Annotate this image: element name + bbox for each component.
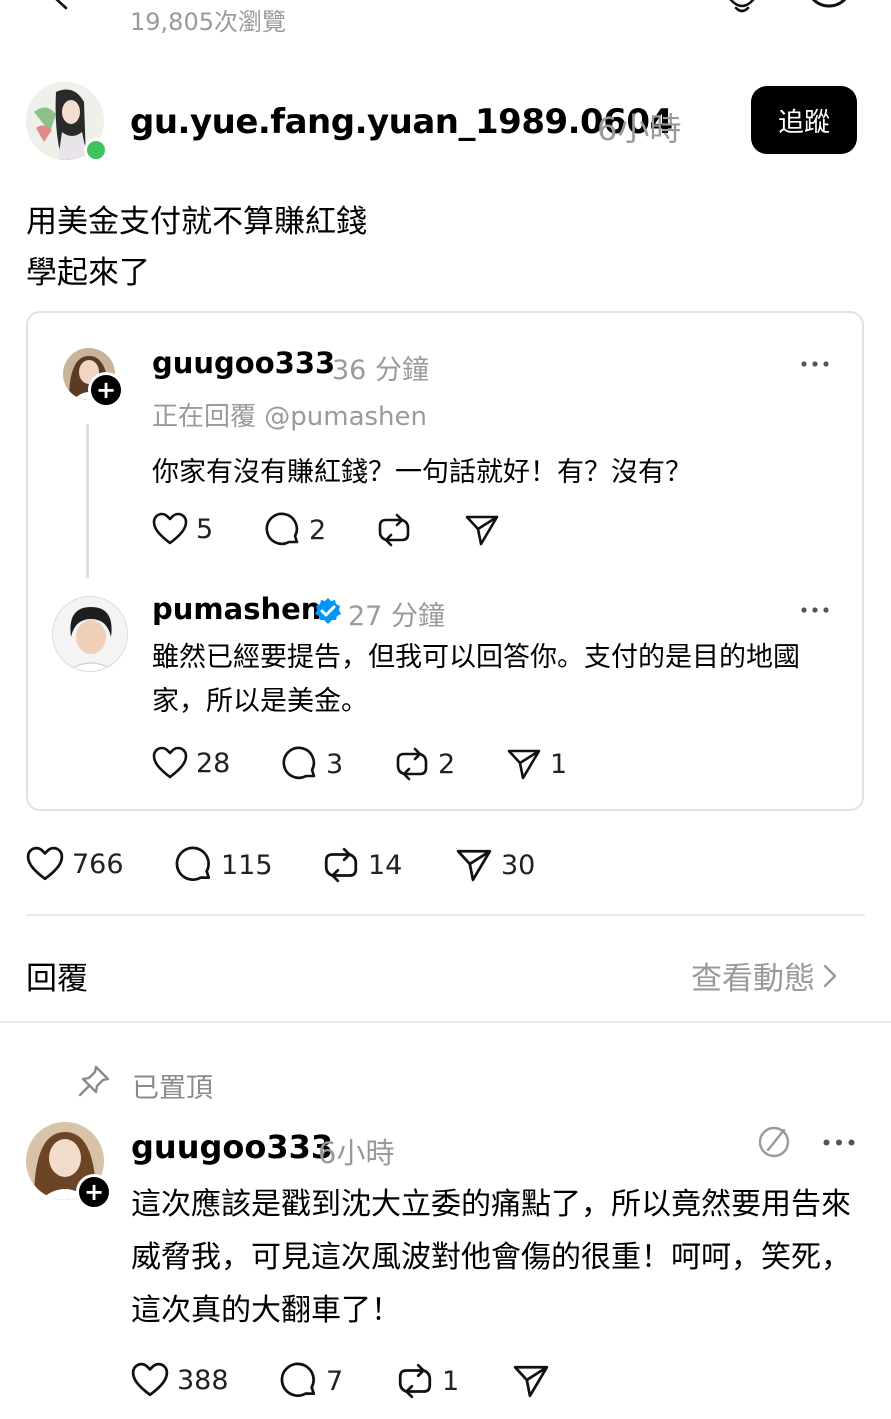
- follow-button[interactable]: 追蹤: [751, 86, 857, 154]
- quote-author-text: 雖然已經要提告，但我可以回答你。支付的是目的地國家，所以是美金。: [152, 642, 800, 717]
- notification-icon[interactable]: [718, 0, 766, 14]
- heart-icon: [26, 846, 64, 881]
- hidden-reply-icon[interactable]: [756, 1124, 792, 1160]
- heart-icon: [152, 512, 188, 545]
- like-action[interactable]: 766: [26, 846, 124, 882]
- like-count: 28: [196, 747, 231, 779]
- repost-action[interactable]: 14: [322, 846, 402, 884]
- repost-action[interactable]: [376, 512, 412, 548]
- quoted-thread-card[interactable]: [26, 311, 864, 811]
- heart-icon: [152, 746, 188, 779]
- share-count: 30: [501, 849, 536, 881]
- section-divider: [0, 1021, 891, 1023]
- replying-to-label: 正在回覆 @pumashen: [152, 402, 428, 432]
- share-count: 1: [550, 748, 568, 780]
- comment-icon: [175, 846, 211, 881]
- quote-reply-username[interactable]: guugoo333: [152, 346, 335, 380]
- like-action[interactable]: 5: [152, 512, 213, 546]
- reply-text: 這次應該是戳到沈大立委的痛點了，所以竟然要用告來威脅我，可見這次風波對他會傷的很…: [131, 1187, 851, 1328]
- pinned-label: 已置頂: [132, 1073, 213, 1104]
- comment-icon: [282, 746, 316, 780]
- reply-author-username[interactable]: guugoo333: [131, 1128, 333, 1166]
- share-action[interactable]: 30: [455, 846, 535, 884]
- repost-action[interactable]: 2: [394, 746, 455, 782]
- send-icon: [507, 749, 541, 780]
- repost-icon: [324, 847, 358, 883]
- comment-action[interactable]: 2: [265, 512, 326, 548]
- comment-count: 2: [309, 514, 327, 546]
- view-count: 19,805次瀏覽: [130, 8, 286, 36]
- comment-count: 3: [326, 748, 344, 780]
- more-options-icon[interactable]: [822, 1138, 856, 1147]
- thread-connector-line: [86, 424, 89, 578]
- repost-count: 1: [442, 1365, 460, 1397]
- repost-icon: [396, 747, 428, 781]
- comment-count: 115: [221, 849, 273, 881]
- repost-icon: [378, 513, 410, 547]
- quote-reply-time: 36 分鐘: [332, 355, 429, 386]
- repost-action[interactable]: 1: [396, 1362, 459, 1400]
- quote-author-username[interactable]: pumashen: [152, 592, 321, 626]
- like-count: 766: [72, 848, 124, 880]
- reply-time: 6小時: [318, 1136, 395, 1170]
- divider: [26, 914, 865, 916]
- heart-icon: [131, 1362, 169, 1397]
- replies-heading: 回覆: [26, 961, 88, 997]
- more-options-icon[interactable]: [800, 606, 830, 614]
- follow-plus-icon[interactable]: +: [88, 372, 124, 408]
- like-action[interactable]: 28: [152, 746, 230, 780]
- more-options-icon[interactable]: [800, 360, 830, 368]
- like-count: 388: [177, 1364, 229, 1396]
- send-icon: [465, 515, 499, 546]
- follow-plus-icon[interactable]: +: [76, 1174, 112, 1210]
- verified-badge-icon: [314, 597, 342, 625]
- like-action[interactable]: 388: [131, 1362, 229, 1398]
- send-icon: [513, 1365, 549, 1398]
- comment-icon: [280, 1362, 316, 1397]
- post-time: 6小時: [597, 110, 682, 148]
- more-circle-icon[interactable]: [804, 0, 854, 14]
- share-action[interactable]: [512, 1362, 550, 1400]
- repost-count: 14: [368, 849, 403, 881]
- quote-reply-text: 你家有沒有賺紅錢？一句話就好！有？沒有？: [152, 457, 692, 488]
- comment-icon: [265, 512, 299, 546]
- comment-count: 7: [326, 1365, 344, 1397]
- repost-icon: [398, 1363, 432, 1399]
- comment-action[interactable]: 7: [280, 1362, 343, 1400]
- post-text: 用美金支付就不算賺紅錢 學起來了: [26, 204, 367, 291]
- repost-count: 2: [438, 748, 456, 780]
- view-activity-link[interactable]: 查看動態: [691, 953, 839, 998]
- pin-icon: [77, 1064, 111, 1098]
- like-count: 5: [196, 513, 214, 545]
- author-username[interactable]: gu.yue.fang.yuan_1989.0604: [130, 102, 673, 142]
- quote-author-time: 27 分鐘: [348, 601, 445, 632]
- comment-action[interactable]: 115: [175, 846, 273, 884]
- online-status-dot: [84, 138, 108, 162]
- back-icon[interactable]: [44, 0, 74, 12]
- view-activity-label: 查看動態: [691, 961, 815, 997]
- chevron-right-icon: [823, 964, 837, 987]
- share-action[interactable]: [464, 512, 500, 548]
- send-icon: [456, 849, 492, 882]
- comment-action[interactable]: 3: [282, 746, 343, 782]
- share-action[interactable]: 1: [506, 746, 567, 782]
- quote-author-avatar[interactable]: [52, 596, 128, 672]
